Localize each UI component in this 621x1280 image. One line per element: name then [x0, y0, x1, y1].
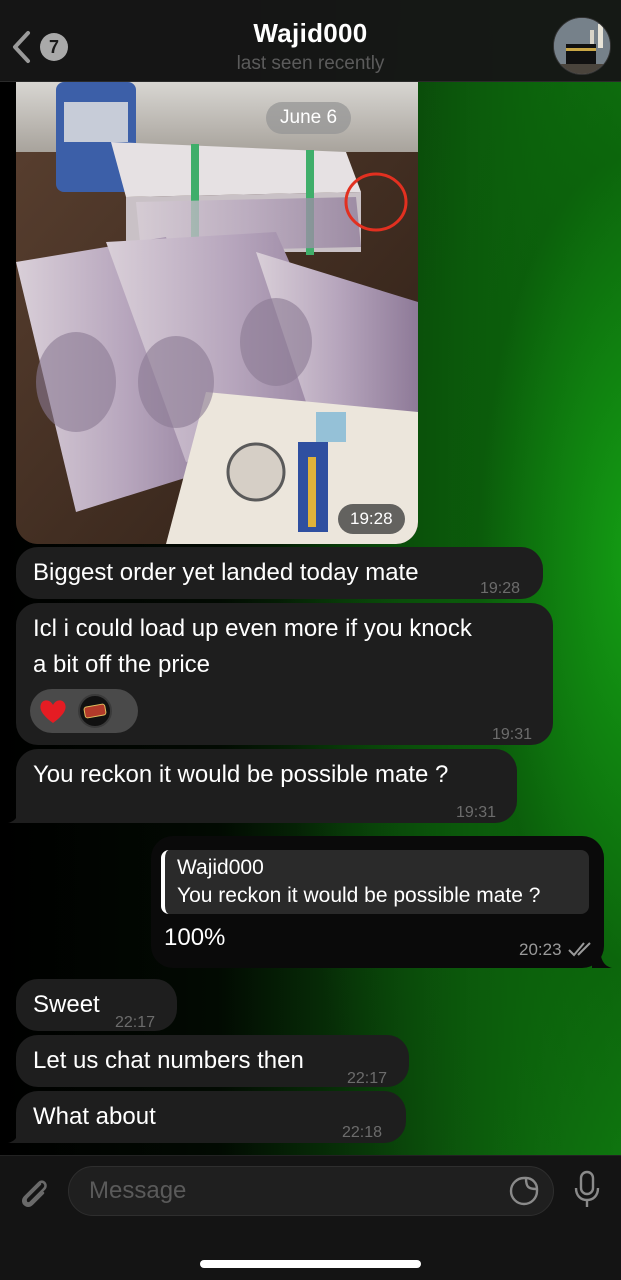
message-time: 19:28	[338, 504, 405, 534]
message-text: Biggest order yet landed today mate	[33, 559, 419, 586]
message-time: 19:31	[456, 804, 497, 821]
incoming-message[interactable]: Sweet 22:17	[16, 979, 177, 1031]
message-time: 22:18	[342, 1124, 383, 1141]
message-text: You reckon it would be possible mate ?	[33, 761, 449, 788]
double-check-icon	[568, 942, 591, 957]
unread-count-badge: 7	[40, 33, 68, 61]
bubble-tail	[8, 801, 30, 823]
paperclip-icon[interactable]	[16, 1176, 52, 1212]
message-input[interactable]	[68, 1166, 554, 1216]
message-text: Let us chat numbers then	[33, 1047, 304, 1074]
message-text-line-1: Icl i could load up even more if you kno…	[33, 615, 472, 642]
outgoing-message[interactable]: Wajid000 You reckon it would be possible…	[151, 836, 604, 968]
quote-author: Wajid000	[177, 856, 264, 879]
message-reactions[interactable]	[30, 689, 138, 733]
message-time: 19:31	[492, 726, 533, 743]
back-button[interactable]: 7	[10, 28, 72, 66]
chat-header: 7 Wajid000 last seen recently	[0, 0, 621, 82]
message-composer	[0, 1155, 621, 1280]
contact-name: Wajid000	[253, 18, 368, 48]
bubble-tail	[592, 946, 612, 968]
incoming-message[interactable]: Biggest order yet landed today mate 19:2…	[16, 547, 543, 599]
date-separator: June 6	[266, 102, 352, 134]
message-text: 100%	[164, 924, 226, 951]
reactor-avatar	[78, 694, 112, 728]
quote-text: You reckon it would be possible mate ?	[177, 884, 541, 907]
chat-title-area[interactable]: Wajid000 last seen recently	[160, 18, 461, 75]
banknotes-photo	[16, 82, 418, 544]
message-text-line-2: a bit off the price	[33, 651, 210, 678]
message-text: Sweet	[33, 991, 100, 1018]
bubble-tail	[8, 1121, 30, 1143]
photo-message[interactable]	[16, 82, 418, 544]
incoming-message[interactable]: What about 22:18	[16, 1091, 406, 1143]
heart-reaction-icon	[40, 700, 66, 723]
sticker-icon[interactable]	[508, 1175, 540, 1207]
home-indicator	[200, 1260, 421, 1268]
contact-avatar[interactable]	[553, 17, 611, 75]
message-text: What about	[33, 1103, 156, 1130]
chevron-left-icon	[13, 31, 30, 63]
reply-quote[interactable]: Wajid000 You reckon it would be possible…	[161, 850, 589, 914]
last-seen-status: last seen recently	[236, 53, 385, 74]
microphone-icon[interactable]	[572, 1170, 602, 1210]
incoming-message[interactable]: Let us chat numbers then 22:17	[16, 1035, 409, 1087]
kaaba-avatar-icon	[554, 18, 610, 74]
message-time: 20:23	[519, 940, 562, 959]
message-time: 19:28	[480, 580, 521, 597]
incoming-message[interactable]: You reckon it would be possible mate ? 1…	[16, 749, 517, 823]
incoming-message[interactable]: Icl i could load up even more if you kno…	[16, 603, 553, 745]
